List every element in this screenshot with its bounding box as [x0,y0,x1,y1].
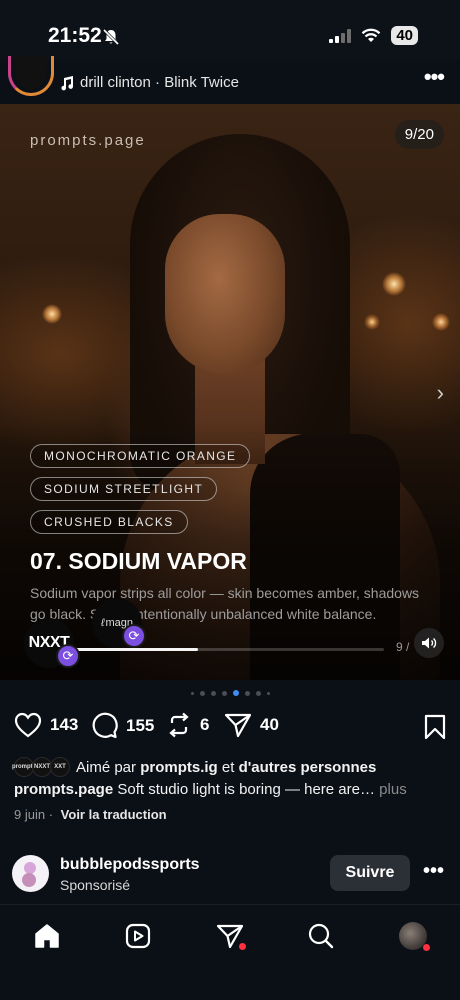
liked-by-row[interactable]: prompts NXXT XXT Aimé par prompts.ig et … [12,757,377,777]
bubble-shape [22,873,36,887]
volume-icon[interactable] [414,628,444,658]
sponsored-label: Sponsorisé [60,877,131,893]
reel-overlay: NXXT ℓ magn ⟳ ⟳ 9 / 1 [24,598,444,668]
music-note-icon [61,75,74,90]
liked-avatar: NXXT [32,757,52,777]
more-options-icon[interactable]: ••• [424,64,445,90]
translate-link[interactable]: Voir la traduction [61,807,167,822]
comment-button[interactable]: 155 [90,712,154,739]
pagination-dot [266,691,270,695]
repost-count: 6 [200,715,210,734]
reels-icon [125,923,151,949]
tag-list: MONOCHROMATIC ORANGE SODIUM STREETLIGHT … [30,444,251,543]
nav-profile[interactable] [398,921,430,951]
tag-chip: CRUSHED BLACKS [30,510,188,534]
like-button[interactable]: 143 [14,712,78,738]
tag-chip: MONOCHROMATIC ORANGE [30,444,251,468]
liked-by-prefix: Aimé par [76,758,137,776]
post-meta: 9 juin · Voir la traduction [14,807,167,822]
post-carousel[interactable]: prompts.page 9/20 › MONOCHROMATIC ORANGE… [0,104,460,680]
follow-button[interactable]: Suivre [330,855,410,891]
pagination-dot [255,690,261,696]
search-icon [308,923,334,949]
pagination-dot [221,690,227,696]
send-icon [224,713,252,738]
sponsor-username[interactable]: bubblepodssports [60,856,200,874]
music-credit-text: drill clinton · Blink Twice [80,74,239,91]
bottom-navigation [0,904,460,1000]
caption-more-link[interactable]: plus [379,781,407,798]
liked-by-conjunction: et [221,758,235,776]
status-bar: 21:52 40 [0,0,460,60]
nav-reels[interactable] [123,921,153,951]
pagination-dot [199,690,205,696]
sponsored-post-header: bubblepodssports Sponsorisé Suivre ••• [0,850,460,900]
carousel-pagination [0,690,460,696]
share-button[interactable]: 40 [224,712,279,738]
liked-avatar: XXT [50,757,70,777]
caption-username[interactable]: prompts.page [14,781,113,798]
meta-separator: · [48,807,54,822]
liked-by-others[interactable]: d'autres personnes [239,759,377,776]
repost-button[interactable]: 6 [166,712,209,738]
battery-indicator: 40 [391,26,418,45]
brand-watermark: prompts.page [30,132,146,149]
pagination-dot [190,691,194,695]
notification-dot [239,943,246,950]
bookmark-icon [424,714,446,740]
magn-logo-icon: ℓ [100,617,105,629]
nav-search[interactable] [306,921,336,951]
avatar-image [14,56,48,90]
reel-progress-bar[interactable] [64,648,384,651]
post-header: drill clinton · Blink Twice ••• [0,56,460,104]
post-date: 9 juin [14,807,46,822]
bell-muted-icon [102,28,120,46]
tag-chip: SODIUM STREETLIGHT [30,477,218,501]
nav-messages[interactable] [215,921,246,951]
wifi-icon [362,28,381,42]
comment-icon [92,712,118,739]
comment-count: 155 [126,715,155,735]
notification-dot [423,944,430,951]
heart-icon [14,712,42,738]
like-count: 143 [50,715,79,734]
more-options-icon[interactable]: ••• [423,860,444,883]
liked-by-user[interactable]: prompts.ig [140,759,218,776]
slide-title: 07. SODIUM VAPOR [30,548,247,574]
pagination-dot [244,690,250,696]
pagination-dot [210,690,216,696]
slide-counter: 9/20 [394,120,444,149]
repost-icon [169,712,189,738]
liked-avatar: prompts [12,757,36,777]
sponsor-avatar[interactable] [12,855,49,892]
liked-by-avatars: prompts NXXT XXT [12,757,70,777]
photo-face [165,214,285,374]
caption-text: Soft studio light is boring — here are… [117,781,375,798]
reel-progress-fill [64,648,199,651]
home-icon [35,924,59,948]
speaker-icon [422,637,437,649]
status-icons: 40 [329,26,418,45]
action-bar: 143 155 6 40 [14,712,446,742]
next-slide-chevron-icon[interactable]: › [437,380,444,406]
reel-time: 9 / 1 [396,640,412,654]
post-caption: prompts.page Soft studio light is boring… [14,781,454,798]
author-avatar[interactable] [8,56,54,96]
share-count: 40 [260,715,279,734]
music-credit[interactable]: drill clinton · Blink Twice [60,74,239,91]
signal-icon [329,28,352,43]
status-time: 21:52 [48,24,102,47]
save-button[interactable] [424,714,446,745]
repost-badge-icon: ⟳ [122,624,146,648]
pagination-dot-active [232,690,239,696]
repost-badge-icon: ⟳ [56,644,80,668]
nav-home[interactable] [32,921,62,951]
